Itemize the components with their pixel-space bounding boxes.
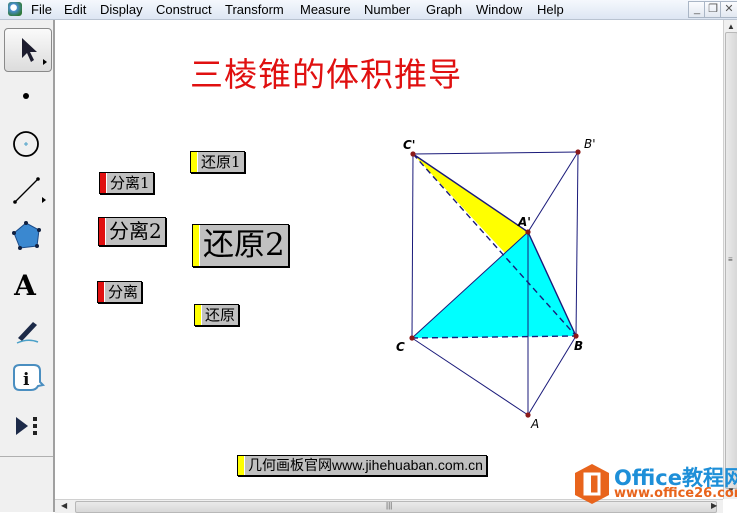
- edge-c-prime-c[interactable]: [411, 153, 414, 339]
- scroll-up-arrow-icon[interactable]: ▲: [727, 22, 735, 31]
- edge-b-prime-a-prime[interactable]: [527, 151, 579, 233]
- office-watermark: Office教程网 www.office26.com: [572, 462, 737, 506]
- point-b[interactable]: [573, 333, 579, 339]
- point-b-prime[interactable]: [575, 149, 581, 155]
- vertical-scroll-thumb[interactable]: ≡: [725, 32, 737, 489]
- label-a[interactable]: A: [530, 417, 539, 431]
- grip-icon: |||: [386, 501, 393, 510]
- label-c-prime[interactable]: C': [403, 138, 415, 152]
- prism-figure: C' B' A' C B A: [396, 137, 596, 431]
- label-b[interactable]: B: [574, 339, 583, 353]
- point-c-prime[interactable]: [410, 151, 416, 157]
- edge-c-prime-a-prime[interactable]: [412, 153, 529, 233]
- label-a-prime[interactable]: A': [517, 215, 531, 229]
- point-a[interactable]: [525, 412, 531, 418]
- label-b-prime[interactable]: B': [584, 137, 596, 151]
- scroll-left-arrow-icon[interactable]: ◀: [61, 501, 67, 510]
- point-a-prime[interactable]: [525, 229, 531, 235]
- edge-b-a[interactable]: [527, 335, 577, 416]
- watermark-url: www.office26.com: [614, 486, 737, 501]
- edge-c-a[interactable]: [411, 337, 529, 416]
- vertical-scrollbar[interactable]: ▲ ≡ ▼: [723, 20, 737, 499]
- office-logo-icon: [575, 464, 609, 504]
- grip-icon: ≡: [728, 255, 733, 264]
- yellow-face[interactable]: [413, 154, 528, 253]
- cyan-face[interactable]: [412, 232, 576, 338]
- label-c[interactable]: C: [396, 340, 405, 354]
- edge-b-prime-b[interactable]: [575, 151, 579, 337]
- point-c[interactable]: [409, 335, 415, 341]
- edge-c-prime-b-prime[interactable]: [412, 151, 579, 155]
